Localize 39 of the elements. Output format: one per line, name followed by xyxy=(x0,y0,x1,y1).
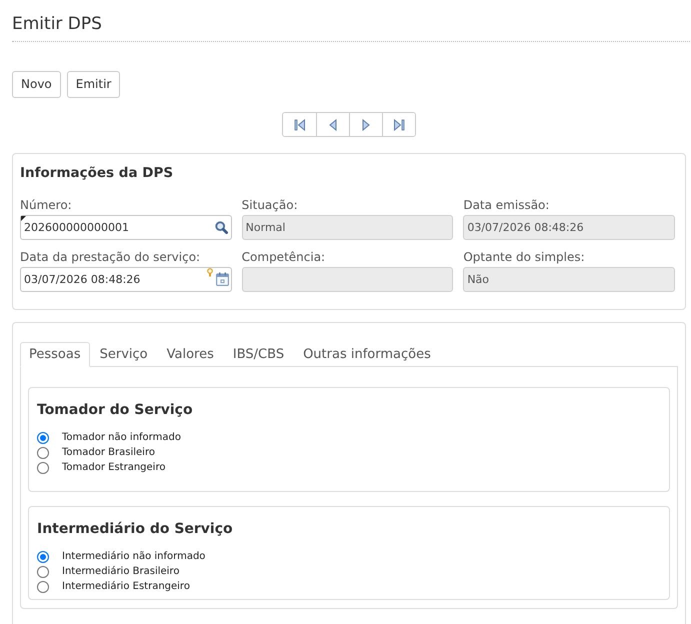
search-field[interactable]: 202600000000001 xyxy=(20,215,232,240)
tab[interactable]: IBS/CBS xyxy=(224,342,294,367)
field-label: Competência: xyxy=(242,249,326,265)
skip-last-icon xyxy=(393,118,405,130)
field-label: Data emissão: xyxy=(463,197,550,213)
option-label: Tomador não informado xyxy=(62,431,181,445)
field-label: Número: xyxy=(20,197,73,213)
field-label: Situação: xyxy=(242,197,299,213)
section-title: Tomador do Serviço xyxy=(37,401,194,420)
tab[interactable]: Pessoas xyxy=(20,342,90,367)
tab[interactable]: Serviço xyxy=(90,342,157,367)
field-label: Optante do simples: xyxy=(463,249,586,265)
radio-button[interactable] xyxy=(37,580,49,592)
tab[interactable]: Valores xyxy=(158,342,223,367)
radio-button[interactable] xyxy=(37,432,49,444)
option-label: Intermediário Brasileiro xyxy=(62,565,180,579)
triangle-left-icon xyxy=(327,118,339,130)
toolbar-button[interactable]: Novo xyxy=(12,71,61,98)
field-label: Data da prestação do serviço: xyxy=(20,249,202,265)
section-title: Intermediário do Serviço xyxy=(37,520,234,539)
search-icon[interactable] xyxy=(214,221,228,234)
option-label: Tomador Brasileiro xyxy=(62,446,155,460)
option-label: Tomador Estrangeiro xyxy=(62,461,166,475)
tab[interactable]: Outras informações xyxy=(294,342,440,367)
card-title: Informações da DPS xyxy=(20,164,174,182)
radio-button[interactable] xyxy=(37,550,49,562)
toolbar-button[interactable]: Emitir xyxy=(66,71,120,98)
calendar-icon[interactable] xyxy=(216,272,229,286)
lightbulb-icon xyxy=(206,268,213,277)
skip-first-icon xyxy=(294,118,306,130)
radio-button[interactable] xyxy=(37,462,49,474)
radio-button[interactable] xyxy=(37,446,49,458)
date-field[interactable]: 03/07/2026 08:48:26 xyxy=(20,267,232,292)
triangle-right-icon xyxy=(360,118,372,130)
radio-button[interactable] xyxy=(37,566,49,578)
option-label: Intermediário Estrangeiro xyxy=(62,580,190,594)
option-label: Intermediário não informado xyxy=(62,550,206,564)
last-page-button[interactable] xyxy=(382,113,415,136)
page-title: Emitir DPS xyxy=(12,13,102,35)
